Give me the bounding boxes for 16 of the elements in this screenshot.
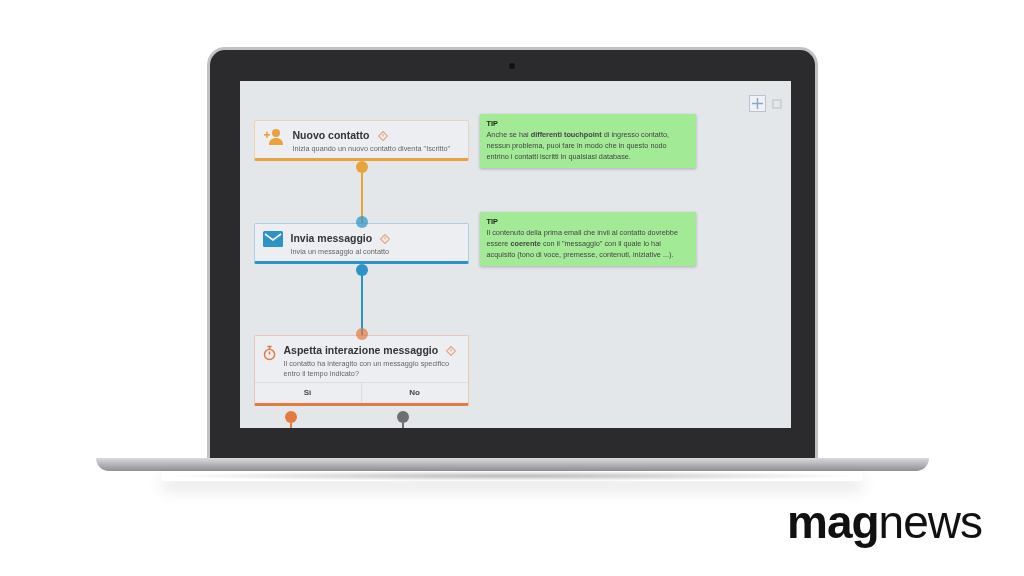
logo: magnews <box>787 496 982 548</box>
warning-icon <box>377 130 388 141</box>
envelope-icon <box>262 231 283 247</box>
connector-dot <box>355 328 368 340</box>
branch-option[interactable]: Sì <box>254 382 361 404</box>
node-title: Invia messaggio <box>290 231 373 246</box>
node-title: Nuovo contatto <box>292 128 370 143</box>
warning-icon <box>380 233 391 244</box>
stopwatch-icon <box>262 343 276 363</box>
warning-icon <box>446 345 457 356</box>
connector-dot <box>355 216 368 228</box>
branch-option[interactable]: No <box>360 382 468 404</box>
node-title: Aspetta interazione messaggio <box>283 343 439 358</box>
camera-icon <box>509 63 515 69</box>
add-user-icon <box>262 128 285 146</box>
toolbar-button[interactable] <box>748 95 766 112</box>
